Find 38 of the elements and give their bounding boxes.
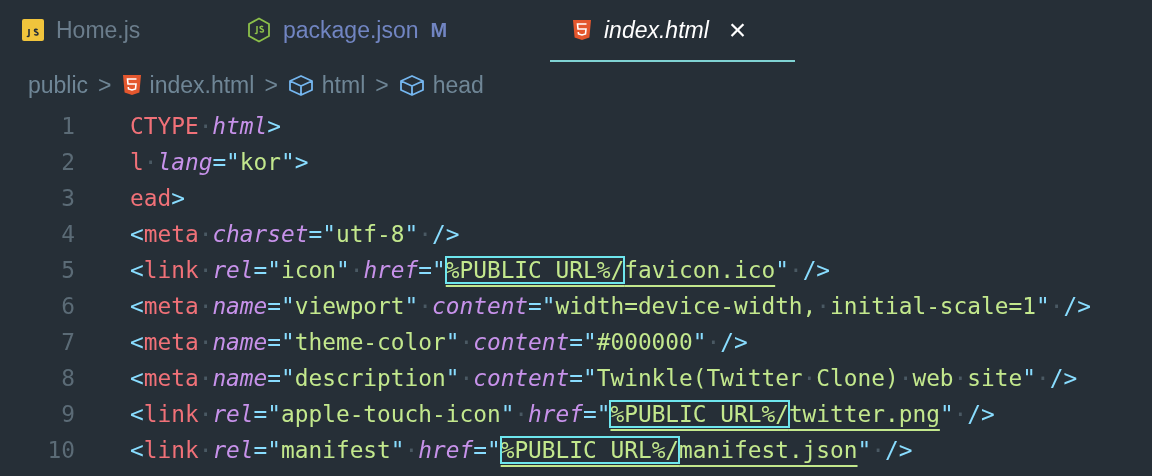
- code-line: <meta·charset="utf-8"·/>: [130, 219, 460, 249]
- line-number: 3: [60, 183, 75, 213]
- code-line: l·lang="kor">: [130, 147, 309, 177]
- breadcrumb-separator: >: [98, 70, 112, 100]
- line-number: 7: [60, 327, 75, 357]
- code-line: <meta·name="viewport"·content="width=device-width,·initial-scale=1"·/>: [130, 291, 1091, 321]
- breadcrumb-separator: >: [375, 70, 389, 100]
- code-line: <link·rel="apple-touch-icon"·href="%PUBLIC_URL%/twitter.png"·/>: [130, 399, 995, 429]
- breadcrumb-item[interactable]: index.html: [149, 67, 255, 103]
- shield-file-icon: [572, 19, 592, 41]
- editor-tab[interactable]: index.html ×: [550, 0, 795, 62]
- breadcrumb-item[interactable]: html: [321, 67, 366, 103]
- modified-label: M: [430, 18, 448, 43]
- breadcrumb-separator: >: [264, 70, 278, 100]
- breadcrumb-item[interactable]: public: [28, 67, 89, 103]
- line-number: 8: [60, 363, 75, 393]
- editor-tab[interactable]: package.json M: [225, 0, 550, 62]
- code-line: <meta·name="theme-color"·content="#000000"·/>: [130, 327, 748, 357]
- shield-file-icon: [121, 74, 142, 96]
- close-button[interactable]: ×: [728, 15, 747, 45]
- line-number: 1: [60, 111, 75, 141]
- line-number: 4: [60, 219, 75, 249]
- line-number: 9: [60, 399, 75, 429]
- hexagon-file-icon: [247, 17, 271, 43]
- code-line: <link·rel="manifest"·href="%PUBLIC_URL%/manifest.json"·/>: [130, 435, 913, 465]
- line-number: 2: [60, 147, 75, 177]
- code-line: ead>: [130, 183, 185, 213]
- line-number: 10: [46, 435, 75, 465]
- code-line: CTYPE·html>: [130, 111, 281, 141]
- line-number: 5: [60, 255, 75, 285]
- editor-tab[interactable]: Home.js: [0, 0, 225, 62]
- breadcrumb-item[interactable]: head: [432, 67, 484, 103]
- code-line: <meta·name="description"·content="Twinkle(Twitter·Clone)·web·site"·/>: [130, 363, 1078, 393]
- js-file-icon: [22, 19, 44, 41]
- line-number: 6: [60, 291, 75, 321]
- cube-icon: [287, 74, 314, 96]
- cube-icon: [398, 74, 425, 96]
- code-line: <link·rel="icon"·href="%PUBLIC_URL%/favicon.ico"·/>: [130, 255, 831, 285]
